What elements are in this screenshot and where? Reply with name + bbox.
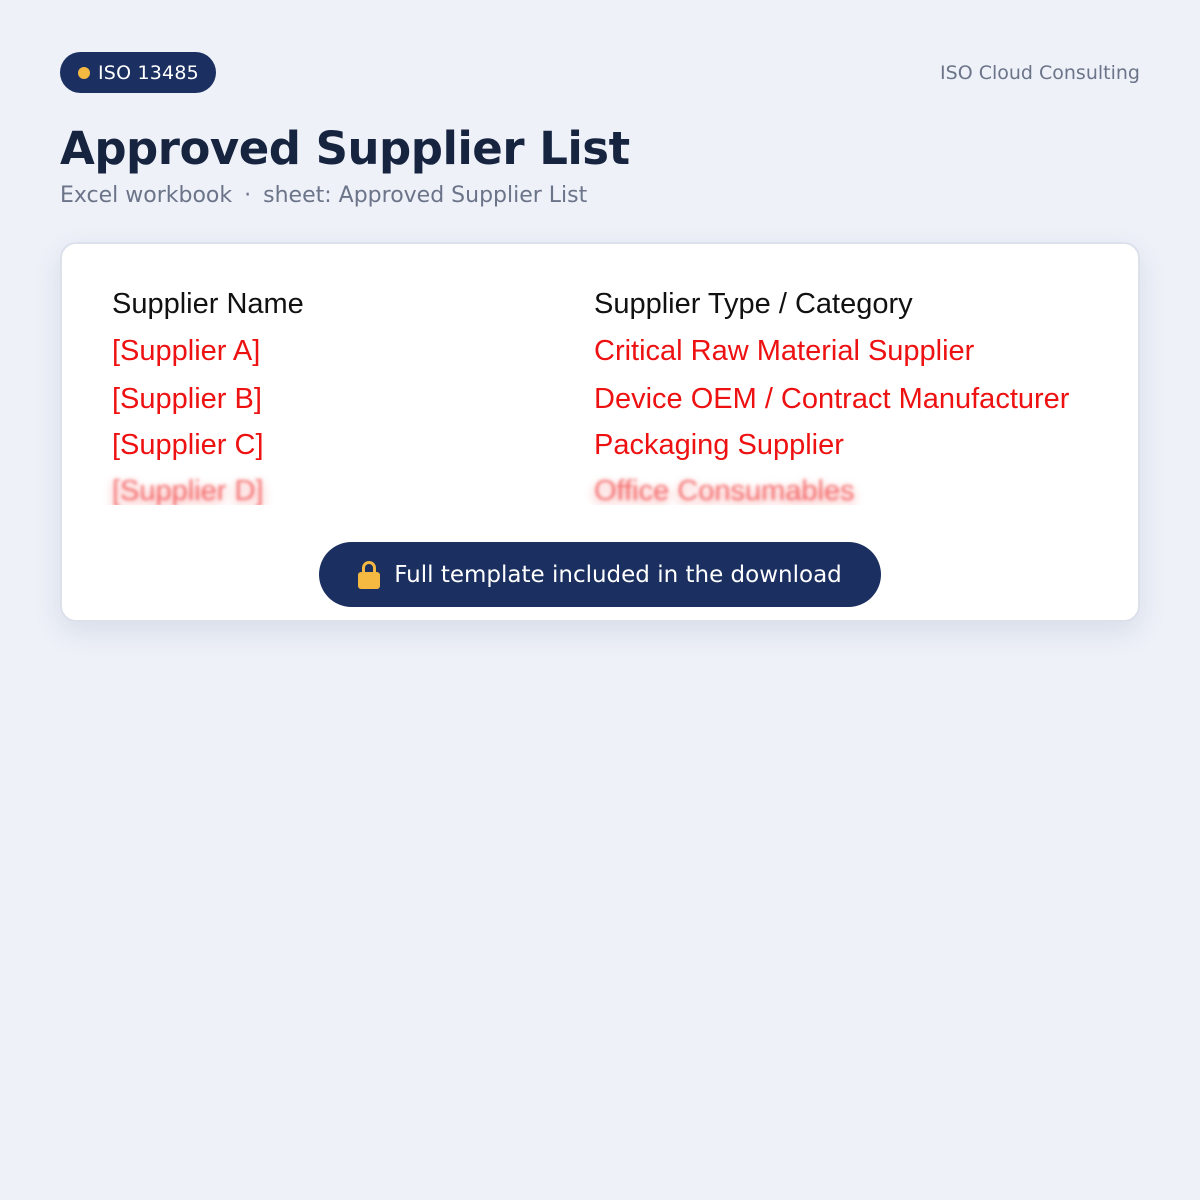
brand-name: ISO Cloud Consulting xyxy=(940,62,1140,84)
supplier-type-cell: Critical Raw Material Supplier xyxy=(594,335,975,367)
supplier-type-cell: Packaging Supplier xyxy=(594,429,844,461)
subtitle: Excel workbook · sheet: Approved Supplie… xyxy=(60,183,587,208)
preview-card: Supplier Name Supplier Type / Category [… xyxy=(60,242,1140,622)
badge-label: ISO 13485 xyxy=(98,61,199,84)
sheet-name-label: sheet: Approved Supplier List xyxy=(263,183,588,208)
supplier-name-cell: [Supplier B] xyxy=(112,383,262,415)
column-header-supplier-type: Supplier Type / Category xyxy=(594,288,913,320)
subtitle-separator: · xyxy=(244,183,252,208)
table-row: [Supplier A] Critical Raw Material Suppl… xyxy=(62,335,1138,375)
page-title: Approved Supplier List xyxy=(60,122,630,175)
supplier-type-cell: Device OEM / Contract Manufacturer xyxy=(594,383,1070,415)
supplier-type-cell: Office Consumables xyxy=(594,475,855,505)
lock-icon xyxy=(358,560,381,589)
column-header-supplier-name: Supplier Name xyxy=(112,288,304,320)
supplier-name-cell: [Supplier D] xyxy=(112,475,264,505)
table-row: [Supplier B] Device OEM / Contract Manuf… xyxy=(62,383,1138,423)
table-row: [Supplier C] Packaging Supplier xyxy=(62,429,1138,469)
file-type-label: Excel workbook xyxy=(60,183,233,208)
header-row: Supplier Name Supplier Type / Category xyxy=(62,288,1138,328)
supplier-name-cell: [Supplier C] xyxy=(112,429,264,461)
download-template-button[interactable]: Full template included in the download xyxy=(319,542,881,607)
download-button-label: Full template included in the download xyxy=(394,561,842,588)
supplier-name-cell: [Supplier A] xyxy=(112,335,261,367)
table-row: [Supplier D] Office Consumables xyxy=(62,475,1138,505)
status-dot-icon xyxy=(78,66,90,79)
standard-badge: ISO 13485 xyxy=(60,52,216,93)
